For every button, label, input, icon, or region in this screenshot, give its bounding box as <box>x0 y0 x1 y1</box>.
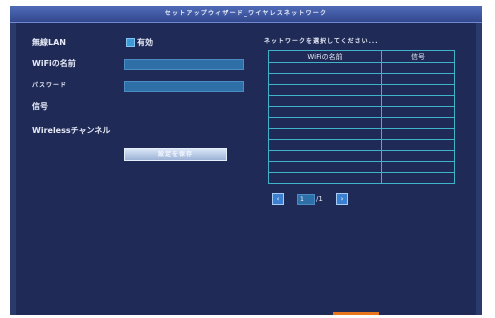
password-label: パスワード <box>32 82 68 89</box>
channel-label: Wirelessチャンネル <box>32 126 111 135</box>
table-row[interactable] <box>268 95 455 107</box>
table-row[interactable] <box>268 172 455 184</box>
wifi-name-input[interactable] <box>124 59 244 70</box>
window-title: セットアップウィザード_ワイヤレスネットワーク <box>10 6 482 23</box>
table-row[interactable] <box>268 139 455 151</box>
bottom-orange-tab <box>333 312 379 315</box>
column-header-signal: 信号 <box>381 50 455 63</box>
chevron-left-icon: ‹ <box>276 195 280 203</box>
password-input[interactable] <box>124 81 244 92</box>
enable-label: 有効 <box>137 38 153 47</box>
table-row[interactable] <box>268 73 455 85</box>
page-number-input[interactable]: 1 <box>297 194 315 205</box>
table-row[interactable] <box>268 128 455 140</box>
table-row[interactable] <box>268 161 455 173</box>
column-header-wifi-name: WiFiの名前 <box>268 50 382 63</box>
right-edge <box>476 6 482 315</box>
prev-page-button[interactable]: ‹ <box>272 193 284 205</box>
table-row[interactable] <box>268 62 455 74</box>
left-edge <box>10 6 16 315</box>
enable-checkbox[interactable] <box>126 38 135 47</box>
network-list-title: ネットワークを選択してください... <box>264 38 379 45</box>
table-row[interactable] <box>268 150 455 162</box>
table-row[interactable] <box>268 84 455 96</box>
next-page-button[interactable]: › <box>336 193 348 205</box>
wifi-name-label: WiFiの名前 <box>32 59 76 68</box>
network-table: WiFiの名前 信号 <box>268 50 455 184</box>
signal-label: 信号 <box>32 102 48 111</box>
save-settings-button[interactable]: 設定を保存 <box>124 148 227 161</box>
table-row[interactable] <box>268 117 455 129</box>
wizard-window: セットアップウィザード_ワイヤレスネットワーク 無線LAN 有効 WiFiの名前… <box>10 6 482 315</box>
table-row[interactable] <box>268 106 455 118</box>
page-total: /1 <box>316 195 323 203</box>
wireless-lan-label: 無線LAN <box>32 38 66 47</box>
chevron-right-icon: › <box>340 195 344 203</box>
